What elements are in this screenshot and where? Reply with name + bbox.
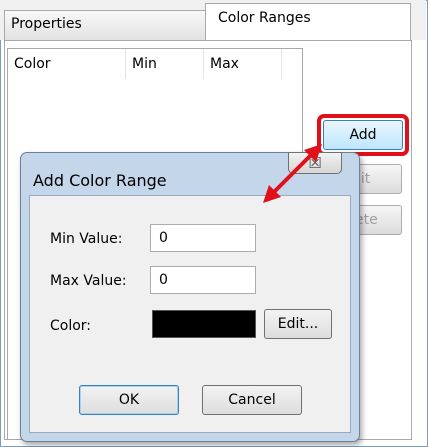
dialog-client-area: Min Value: 0 Max Value: 0 Color: Edit...… xyxy=(29,195,351,433)
color-swatch[interactable] xyxy=(152,310,256,338)
max-value-label: Max Value: xyxy=(50,273,127,289)
dialog-title: Add Color Range xyxy=(33,171,167,190)
column-header-max[interactable]: Max xyxy=(204,49,282,79)
cancel-button[interactable]: Cancel xyxy=(202,385,302,415)
min-value-label: Min Value: xyxy=(50,231,123,247)
column-header-color[interactable]: Color xyxy=(8,49,126,79)
close-button[interactable]: ☒ xyxy=(288,152,342,174)
close-icon: ☒ xyxy=(308,154,322,172)
edit-color-button[interactable]: Edit... xyxy=(264,309,332,339)
color-label: Color: xyxy=(50,318,92,334)
ok-button[interactable]: OK xyxy=(79,385,179,415)
max-value-field[interactable]: 0 xyxy=(150,266,256,294)
add-color-range-dialog: Add Color Range ☒ Min Value: 0 Max Value… xyxy=(20,152,360,442)
tab-properties[interactable]: Properties xyxy=(4,10,206,40)
column-header-min[interactable]: Min xyxy=(126,49,204,79)
tab-strip: Properties Color Ranges xyxy=(0,0,426,41)
tab-color-ranges[interactable]: Color Ranges xyxy=(205,3,411,41)
add-button[interactable]: Add xyxy=(323,120,403,150)
min-value-field[interactable]: 0 xyxy=(150,224,256,252)
